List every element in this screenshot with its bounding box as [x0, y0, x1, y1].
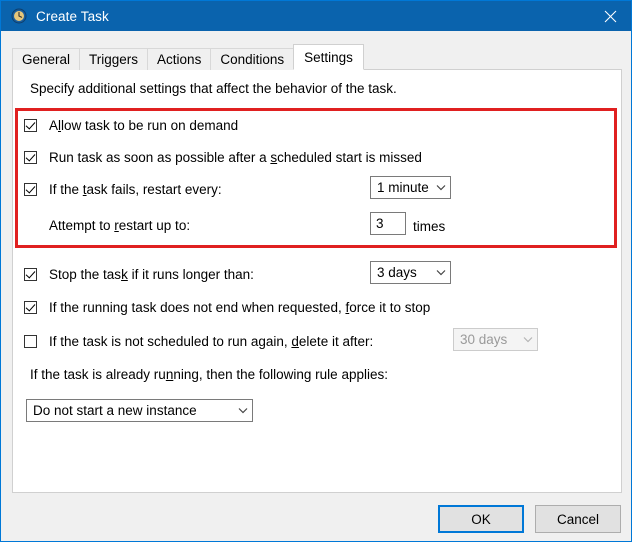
checkbox-force-stop[interactable]	[24, 301, 37, 315]
checkbox-allow-on-demand[interactable]	[24, 119, 37, 133]
textbox-restart-attempts[interactable]: 3	[370, 212, 406, 235]
chevron-down-icon	[432, 269, 450, 276]
label-run-after-missed-start: Run task as soon as possible after a sch…	[49, 150, 422, 165]
title-bar: Create Task	[1, 1, 631, 31]
combobox-instance-rule[interactable]: Do not start a new instance	[26, 399, 253, 422]
chevron-down-icon	[432, 184, 450, 191]
setting-row-run-after-missed-start: Run task as soon as possible after a sch…	[24, 151, 422, 165]
textbox-restart-attempts-value: 3	[376, 216, 384, 231]
window-title: Create Task	[36, 8, 109, 24]
ok-button-label: OK	[471, 511, 491, 527]
combobox-restart-interval[interactable]: 1 minute	[370, 176, 451, 199]
cancel-button-label: Cancel	[556, 511, 600, 527]
setting-row-restart-on-failure: If the task fails, restart every:	[24, 183, 222, 197]
create-task-dialog: Create Task General Triggers Actions Con…	[0, 0, 632, 542]
label-force-stop: If the running task does not end when re…	[49, 300, 431, 315]
setting-row-allow-on-demand: Allow task to be run on demand	[24, 119, 238, 133]
setting-row-force-stop: If the running task does not end when re…	[24, 301, 430, 315]
label-restart-attempts-unit: times	[413, 219, 446, 234]
tab-general-label: General	[22, 52, 71, 67]
settings-tab-panel: Specify additional settings that affect …	[12, 69, 622, 493]
combobox-restart-interval-value: 1 minute	[377, 180, 429, 195]
setting-row-delete-if-not-scheduled: If the task is not scheduled to run agai…	[24, 335, 373, 349]
tab-actions-label: Actions	[157, 52, 202, 67]
label-stop-if-runs-longer: Stop the task if it runs longer than:	[49, 267, 254, 282]
setting-row-restart-attempts: Attempt to restart up to:	[49, 219, 190, 233]
ok-button[interactable]: OK	[438, 505, 524, 533]
label-delete-if-not-scheduled: If the task is not scheduled to run agai…	[49, 334, 374, 349]
label-restart-on-failure: If the task fails, restart every:	[49, 182, 222, 197]
tab-actions[interactable]: Actions	[147, 48, 212, 70]
chevron-down-icon	[519, 336, 537, 343]
dialog-footer: OK Cancel	[1, 493, 631, 541]
combobox-max-runtime-value: 3 days	[377, 265, 417, 280]
label-allow-on-demand: Allow task to be run on demand	[49, 118, 239, 133]
tab-settings[interactable]: Settings	[293, 44, 364, 70]
combobox-max-runtime[interactable]: 3 days	[370, 261, 451, 284]
checkbox-stop-if-runs-longer[interactable]	[24, 268, 37, 282]
clock-icon	[11, 8, 27, 24]
tab-settings-label: Settings	[304, 49, 353, 65]
panel-description: Specify additional settings that affect …	[30, 81, 397, 96]
label-restart-attempts: Attempt to restart up to:	[49, 218, 191, 233]
checkbox-restart-on-failure[interactable]	[24, 183, 37, 197]
combobox-delete-after[interactable]: 30 days	[453, 328, 538, 351]
checkbox-run-after-missed-start[interactable]	[24, 151, 37, 165]
tab-triggers-label: Triggers	[89, 52, 139, 67]
checkbox-delete-if-not-scheduled[interactable]	[24, 335, 37, 349]
tab-triggers[interactable]: Triggers	[79, 48, 149, 70]
chevron-down-icon	[234, 407, 252, 414]
combobox-delete-after-value: 30 days	[460, 332, 508, 347]
tab-conditions-label: Conditions	[220, 52, 285, 67]
setting-row-stop-if-runs-longer: Stop the task if it runs longer than:	[24, 268, 254, 282]
combobox-instance-rule-value: Do not start a new instance	[33, 403, 197, 418]
tab-general[interactable]: General	[12, 48, 81, 70]
close-icon	[604, 10, 616, 22]
label-instance-rule: If the task is already running, then the…	[30, 367, 388, 382]
tab-strip: General Triggers Actions Conditions Sett…	[12, 44, 364, 70]
tab-conditions[interactable]: Conditions	[210, 48, 295, 70]
cancel-button[interactable]: Cancel	[535, 505, 621, 533]
close-button[interactable]	[587, 1, 631, 31]
